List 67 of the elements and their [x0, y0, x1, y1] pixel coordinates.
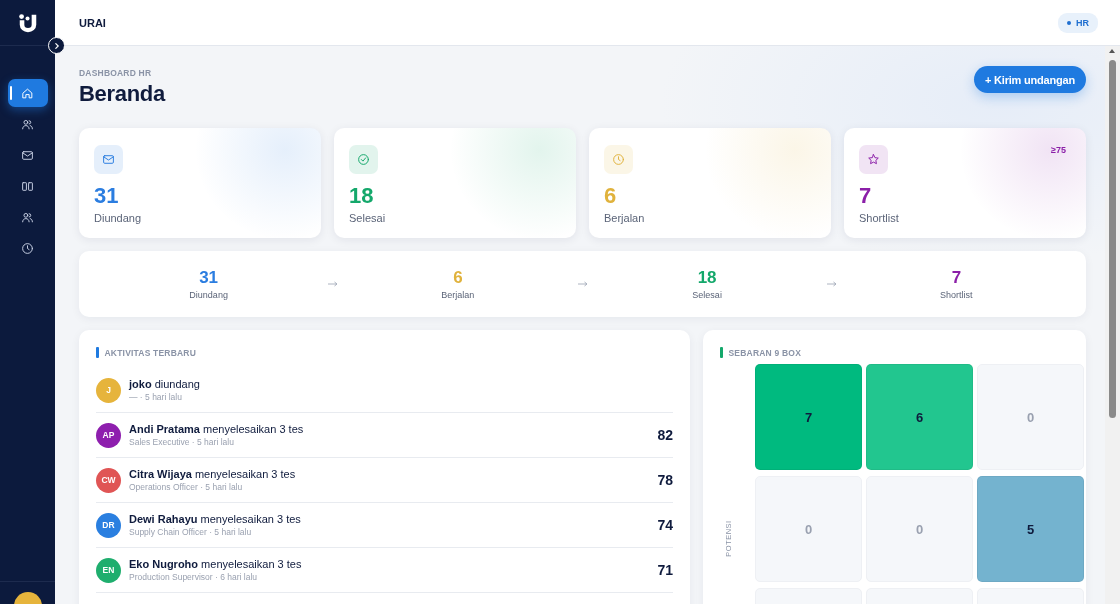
- funnel-label: Diundang: [189, 290, 228, 300]
- score-value: 82: [657, 427, 673, 443]
- star-icon: [867, 153, 880, 166]
- grid-cell: 0: [755, 476, 862, 582]
- funnel-value: 18: [697, 268, 717, 288]
- users-icon: [21, 117, 34, 131]
- role-badge: HR: [1058, 12, 1098, 33]
- funnel-value: 31: [199, 268, 219, 288]
- stat-label: Selesai: [349, 212, 387, 224]
- clock-icon: [21, 241, 34, 255]
- logo-icon: [16, 11, 39, 34]
- score-value: 74: [657, 517, 673, 533]
- columns-icon: [21, 179, 34, 193]
- user-avatar: CW: [96, 467, 121, 493]
- check-circle-icon: [357, 153, 370, 166]
- activity-text: Dewi Rahayu menyelesaikan 3 tes: [129, 513, 302, 525]
- funnel-value: 7: [951, 268, 962, 288]
- activity-text: Eko Nugroho menyelesaikan 3 tes: [129, 558, 303, 570]
- activity-meta: Sales Executive · 5 hari lalu: [129, 437, 235, 447]
- chevron-right-icon: [52, 41, 61, 50]
- stat-label: Diundang: [94, 212, 143, 224]
- users-icon: [21, 210, 34, 224]
- funnel-value: 6: [453, 268, 463, 288]
- page-eyebrow: DASHBOARD HR: [79, 68, 153, 78]
- stat-label: Berjalan: [604, 212, 646, 224]
- funnel-label: Shortlist: [940, 290, 973, 300]
- invite-button[interactable]: + Kirim undangan: [974, 66, 1086, 93]
- user-avatar: J: [96, 377, 121, 403]
- scroll-up-icon[interactable]: [1109, 49, 1115, 53]
- user-avatar: AP: [96, 422, 121, 448]
- funnel-label: Selesai: [692, 290, 722, 300]
- threshold-label: ≥75: [1051, 145, 1066, 155]
- grid-cell: 6: [866, 364, 973, 470]
- funnel-label: Berjalan: [441, 290, 475, 300]
- nav-item[interactable]: [7, 79, 48, 107]
- mail-icon: [102, 153, 115, 166]
- mail-icon: [21, 148, 34, 162]
- stat-value: 6: [604, 184, 618, 208]
- grid-cell: 0: [977, 364, 1084, 470]
- stat-label: Shortlist: [859, 212, 900, 224]
- clock-icon: [612, 153, 625, 166]
- arrow-right-icon: [577, 281, 588, 287]
- arrow-right-icon: [328, 281, 339, 287]
- home-icon: [21, 86, 34, 100]
- arrow-right-icon: [826, 281, 837, 287]
- activity-meta: Supply Chain Officer · 5 hari lalu: [129, 527, 253, 537]
- activity-meta: — · 5 hari lalu: [129, 392, 183, 402]
- activity-text: joko diundang: [129, 378, 201, 390]
- grid-cell: 7: [755, 364, 862, 470]
- page-title: Beranda: [79, 81, 165, 107]
- user-avatar: DR: [96, 512, 121, 538]
- score-value: 78: [657, 472, 673, 488]
- score-value: 71: [657, 562, 673, 578]
- app-title: URAI: [79, 16, 106, 29]
- scrollbar-thumb[interactable]: [1109, 60, 1116, 418]
- grid-cell: 5: [977, 476, 1084, 582]
- grid-cell: 0: [866, 476, 973, 582]
- user-avatar: EN: [96, 557, 121, 583]
- stat-value: 31: [94, 184, 120, 208]
- panel-title: SEBARAN 9 BOX: [728, 347, 801, 358]
- activity-text: Citra Wijaya menyelesaikan 3 tes: [129, 468, 297, 480]
- activity-meta: Operations Officer · 5 hari lalu: [129, 482, 244, 492]
- activity-text: Andi Pratama menyelesaikan 3 tes: [129, 423, 305, 435]
- activity-meta: Production Supervisor · 6 hari lalu: [129, 572, 259, 582]
- stat-value: 18: [349, 184, 375, 208]
- panel-title: AKTIVITAS TERBARU: [104, 347, 197, 358]
- stat-value: 7: [859, 184, 873, 208]
